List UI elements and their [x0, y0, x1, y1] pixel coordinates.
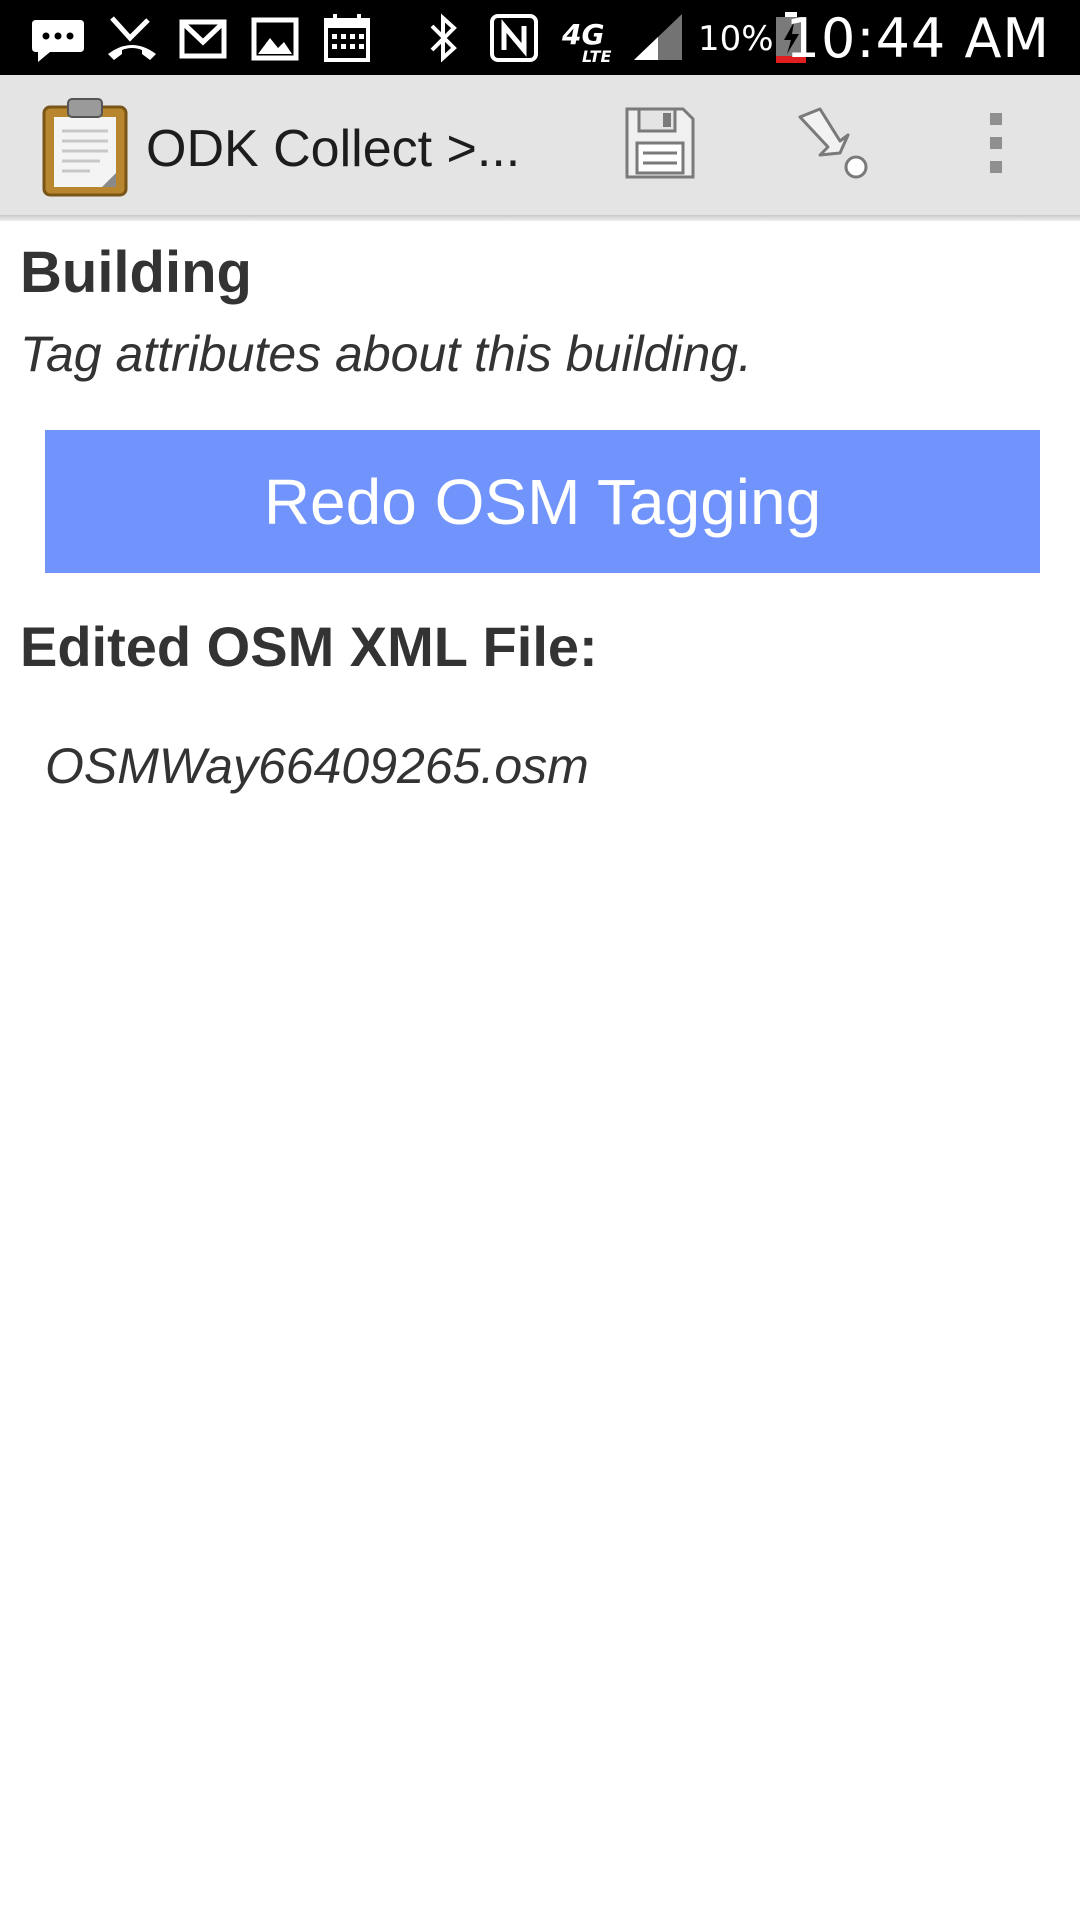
save-icon: [623, 105, 697, 186]
battery-percent: 10%: [698, 19, 774, 59]
osm-file-label: Edited OSM XML File:: [20, 615, 598, 678]
calendar-icon: [322, 10, 372, 66]
nfc-icon: [488, 10, 540, 66]
missed-call-icon: [104, 10, 160, 66]
osm-file-name: OSMWay66409265.osm: [45, 738, 589, 794]
action-bar: ODK Collect >...: [0, 75, 1080, 215]
clock: 10:44 AM: [785, 7, 1050, 70]
gmail-icon: [178, 10, 228, 66]
overflow-menu-button[interactable]: [946, 95, 1046, 195]
action-bar-title: ODK Collect >...: [146, 120, 521, 178]
save-button[interactable]: [610, 95, 710, 195]
action-bar-divider: [0, 215, 1080, 221]
status-bar: 4G LTE 10% 10:44 AM: [0, 0, 1080, 75]
redo-osm-tagging-button[interactable]: Redo OSM Tagging: [45, 430, 1040, 573]
question-hint: Tag attributes about this building.: [20, 326, 752, 382]
go-to-prompt-button[interactable]: [780, 95, 880, 195]
messages-icon: [30, 10, 86, 66]
clipboard-icon: [40, 97, 130, 197]
bluetooth-icon: [422, 10, 466, 66]
svg-text:LTE: LTE: [582, 47, 611, 66]
question-label: Building: [20, 240, 252, 305]
overflow-menu-icon: [986, 111, 1006, 180]
4g-lte-icon: 4G LTE: [560, 10, 618, 66]
gallery-icon: [250, 10, 300, 66]
signal-icon: [630, 10, 686, 66]
go-to-prompt-icon: [790, 103, 870, 188]
